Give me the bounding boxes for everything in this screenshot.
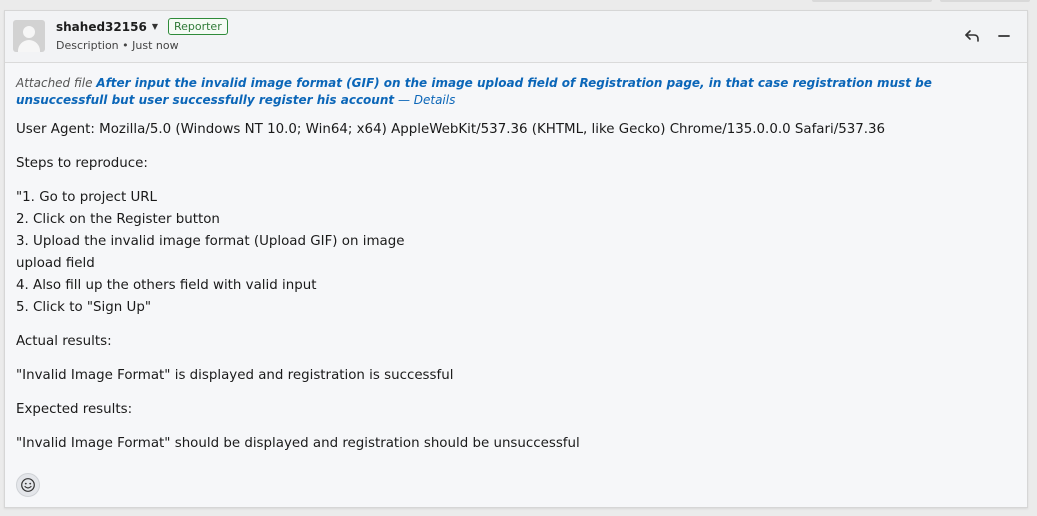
comment-body: Attached file After input the invalid im… [5, 75, 1027, 455]
reporter-badge: Reporter [167, 18, 228, 35]
attachment-prefix: Attached file [16, 76, 97, 90]
step-line: 3. Upload the invalid image format (Uplo… [16, 234, 405, 249]
attachment-link[interactable]: After input the invalid image format (GI… [16, 76, 932, 107]
step-line: 4. Also fill up the others field with va… [16, 278, 317, 293]
step-line: upload field [16, 256, 95, 271]
actual-results-text: "Invalid Image Format" is displayed and … [16, 368, 454, 383]
avatar[interactable] [13, 20, 45, 52]
add-reaction-button[interactable] [16, 473, 40, 497]
comment-card: shahed32156 ▼ Reporter Description • Jus… [4, 10, 1028, 508]
reply-icon [965, 30, 979, 42]
top-tab-fragment [940, 0, 1030, 2]
reply-button[interactable] [961, 25, 983, 47]
user-agent-text: User Agent: Mozilla/5.0 (Windows NT 10.0… [16, 122, 886, 137]
step-line: "1. Go to project URL [16, 190, 158, 205]
expected-results-heading: Expected results: [16, 402, 133, 417]
actual-results-heading: Actual results: [16, 334, 112, 349]
expected-results-text: "Invalid Image Format" should be display… [16, 436, 580, 451]
collapse-icon [998, 35, 1010, 37]
emoji-icon [21, 478, 35, 492]
comment-meta: Description • Just now [56, 39, 179, 52]
author-line: shahed32156 ▼ Reporter [56, 18, 228, 35]
attachment-note: Attached file After input the invalid im… [16, 75, 1016, 109]
top-tab-fragment [812, 0, 932, 2]
chevron-down-icon[interactable]: ▼ [152, 22, 158, 31]
details-link[interactable]: — Details [394, 93, 455, 107]
step-line: 5. Click to "Sign Up" [16, 300, 151, 315]
step-line: 2. Click on the Register button [16, 212, 220, 227]
comment-header: shahed32156 ▼ Reporter Description • Jus… [5, 11, 1027, 63]
collapse-button[interactable] [993, 25, 1015, 47]
steps-heading: Steps to reproduce: [16, 156, 148, 171]
steps-list: "1. Go to project URL 2. Click on the Re… [16, 187, 1016, 319]
author-name[interactable]: shahed32156 [56, 20, 147, 34]
